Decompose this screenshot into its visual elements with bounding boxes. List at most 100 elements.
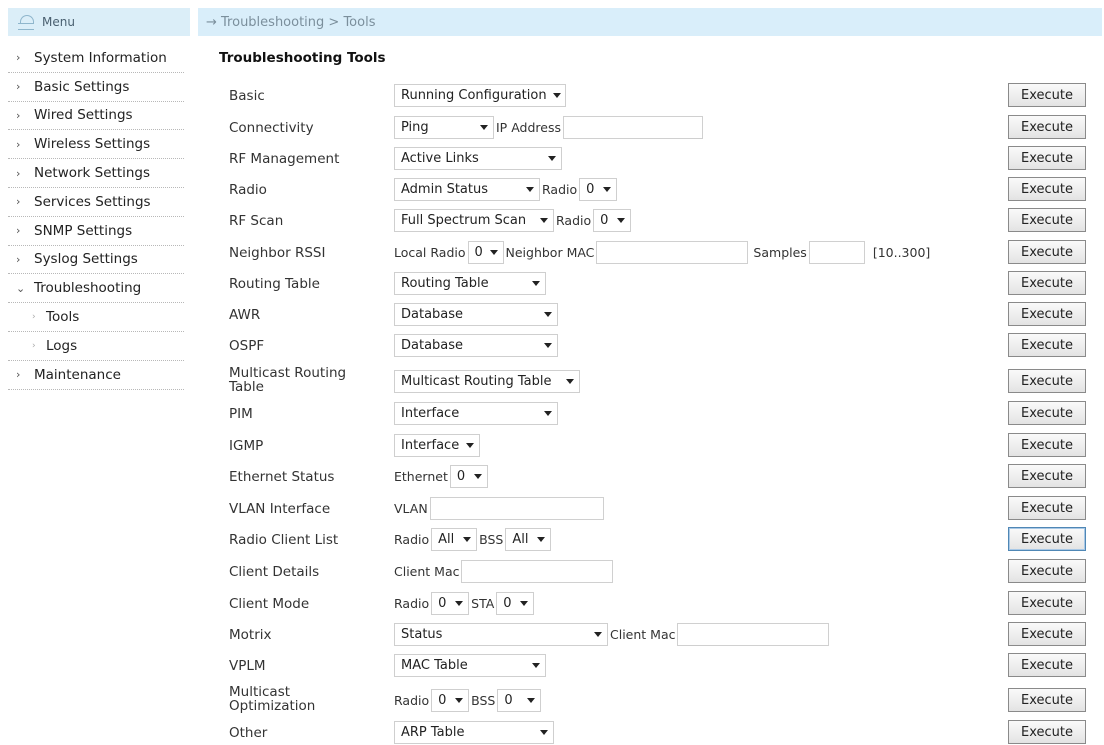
execute-button[interactable]: Execute [1008,433,1086,457]
tool-row-awr: AWR Database Execute [0,299,1104,329]
row-label: Radio Client List [229,532,339,548]
radio-select[interactable]: 0 [431,591,470,615]
radio-select[interactable]: All [431,527,478,551]
page-title: Troubleshooting Tools [219,50,386,66]
radio-select[interactable]: 0 [431,688,470,712]
sta-select[interactable]: 0 [496,591,535,615]
tool-row-motrix: Motrix Status Client Mac Execute [0,619,1104,649]
routing-table-select[interactable]: Routing Table [394,271,546,295]
select-value: Status [401,626,443,642]
execute-button[interactable]: Execute [1008,591,1086,615]
row-label: Client Details [229,564,320,580]
rf-management-select[interactable]: Active Links [394,146,562,170]
breadcrumb: → Troubleshooting > Tools [206,14,376,30]
sta-label: STA [471,595,495,611]
tool-row-routing-table: Routing Table Routing Table Execute [0,268,1104,298]
execute-button[interactable]: Execute [1008,208,1086,232]
radio-select[interactable]: Admin Status [394,177,540,201]
execute-button[interactable]: Execute [1008,653,1086,677]
client-mac-label: Client Mac [610,626,676,642]
chevron-down-icon [540,217,548,223]
vplm-select[interactable]: MAC Table [394,653,546,677]
tool-row-neighbor-rssi: Neighbor RSSI Local Radio 0 Neighbor MAC… [0,237,1104,267]
tool-row-ethernet-status: Ethernet Status Ethernet 0 Execute [0,461,1104,491]
samples-input[interactable] [808,240,865,264]
basic-select[interactable]: Running Configuration [394,83,566,107]
execute-button[interactable]: Execute [1008,271,1086,295]
row-label: Multicast Optimization [229,684,316,714]
sidebar-item-system-information[interactable]: › System Information [8,44,184,73]
vlan-label: VLAN [394,500,428,516]
tool-row-multicast-optimization: Multicast Optimization Radio 0 BSS 0 Exe… [0,683,1104,719]
chevron-down-icon [473,473,482,479]
select-value: Running Configuration [401,87,547,103]
local-radio-select[interactable]: 0 [467,240,504,264]
row-label: Client Mode [229,596,310,612]
select-value: 0 [504,692,513,708]
tool-row-igmp: IGMP Interface Execute [0,430,1104,460]
ip-address-label: IP Address [496,119,561,135]
ethernet-select[interactable]: 0 [449,464,488,488]
select-value: 0 [474,244,483,260]
radio-number-select[interactable]: 0 [593,208,632,232]
execute-button[interactable]: Execute [1008,622,1086,646]
tool-row-other: Other ARP Table Execute [0,717,1104,745]
vlan-input[interactable] [429,496,604,520]
chevron-down-icon [566,378,574,384]
tool-row-connectivity: Connectivity Ping IP Address Execute [0,112,1104,142]
motrix-select[interactable]: Status [394,622,608,646]
rf-scan-select[interactable]: Full Spectrum Scan [394,208,554,232]
execute-button[interactable]: Execute [1008,720,1086,744]
radio-number-select[interactable]: 0 [579,177,618,201]
awr-select[interactable]: Database [394,302,558,326]
chevron-down-icon [527,697,536,703]
execute-button[interactable]: Execute [1008,464,1086,488]
client-mac-input[interactable] [461,559,614,583]
pim-select[interactable]: Interface [394,401,558,425]
select-value: MAC Table [401,657,468,673]
bss-select[interactable]: 0 [497,688,542,712]
execute-button[interactable]: Execute [1008,333,1086,357]
execute-button[interactable]: Execute [1008,688,1086,712]
chevron-down-icon [540,729,548,735]
execute-button[interactable]: Execute [1008,302,1086,326]
execute-button[interactable]: Execute [1008,115,1086,139]
ip-address-input[interactable] [562,115,703,139]
execute-button[interactable]: Execute [1008,401,1086,425]
execute-button[interactable]: Execute [1008,559,1086,583]
execute-button[interactable]: Execute [1008,240,1086,264]
tool-row-client-details: Client Details Client Mac Execute [0,556,1104,586]
execute-button[interactable]: Execute [1008,146,1086,170]
connectivity-select[interactable]: Ping [394,115,494,139]
client-mac-label: Client Mac [394,563,460,579]
tool-row-rf-management: RF Management Active Links Execute [0,143,1104,173]
row-label: PIM [229,406,253,422]
chevron-down-icon [552,92,561,98]
row-label: AWR [229,307,261,323]
chevron-down-icon [548,155,556,161]
chevron-right-icon: › [16,51,21,65]
chevron-down-icon [489,249,498,255]
execute-button[interactable]: Execute [1008,83,1086,107]
execute-button[interactable]: Execute [1008,496,1086,520]
chevron-down-icon [455,697,464,703]
neighbor-mac-input[interactable] [596,240,749,264]
bss-select[interactable]: All [505,527,552,551]
multicast-routing-select[interactable]: Multicast Routing Table [394,369,580,393]
tool-row-basic: Basic Running Configuration Execute [0,80,1104,110]
igmp-select[interactable]: Interface [394,433,480,457]
samples-range: [10..300] [872,244,931,260]
other-select[interactable]: ARP Table [394,720,554,744]
chevron-down-icon [537,536,546,542]
ospf-select[interactable]: Database [394,333,558,357]
chevron-down-icon [520,600,529,606]
ethernet-label: Ethernet [394,468,448,484]
client-mac-input[interactable] [677,622,830,646]
row-label: Neighbor RSSI [229,245,326,261]
execute-button[interactable]: Execute [1008,369,1086,393]
execute-button[interactable]: Execute [1008,177,1086,201]
chevron-down-icon [463,536,472,542]
row-label: Radio [229,182,267,198]
execute-button[interactable]: Execute [1008,527,1086,551]
tool-row-client-mode: Client Mode Radio 0 STA 0 Execute [0,588,1104,618]
